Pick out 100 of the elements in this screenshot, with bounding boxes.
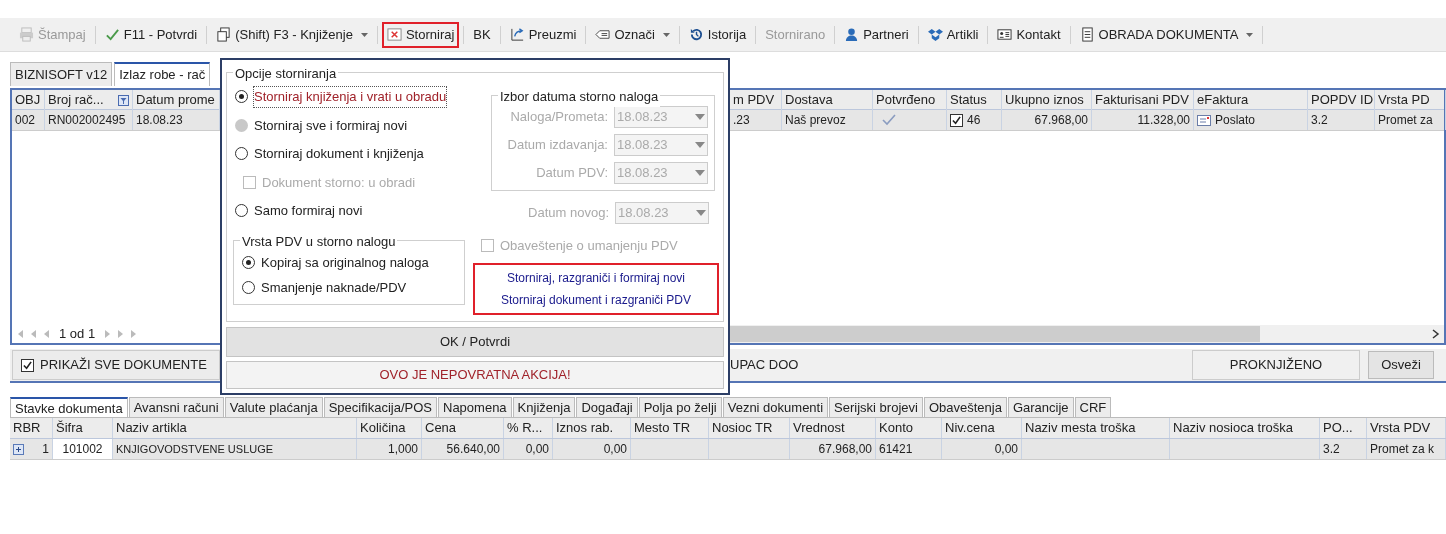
table-cell: RN002002495 [45, 110, 133, 130]
document-icon [1079, 27, 1095, 42]
detail-tab[interactable]: Avansni računi [128, 397, 224, 417]
page-indicator: 1 od 1 [58, 325, 97, 344]
column-header[interactable]: Količina [357, 418, 422, 438]
checkbox[interactable] [21, 358, 34, 372]
user-icon [844, 27, 860, 42]
toolbar-button[interactable]: Istorija [683, 21, 752, 48]
column-header[interactable]: Niv.cena [942, 418, 1022, 438]
table-cell: 3.2 [1320, 439, 1367, 459]
option-label[interactable]: Kopiraj sa originalnog naloga [261, 252, 429, 272]
filter-icon [118, 94, 129, 106]
table-cell: 002 [12, 110, 45, 130]
table-cell: 67.968,00 [790, 439, 876, 459]
toolbar-button[interactable]: Storniraj [381, 21, 460, 48]
check-icon [104, 27, 120, 42]
table-cell: 1,000 [357, 439, 422, 459]
detail-tab[interactable]: Specifikacija/POS [323, 397, 437, 417]
table-cell: 0,00 [942, 439, 1022, 459]
date-label: Datum novog: [528, 204, 609, 223]
radio-button[interactable] [242, 255, 255, 269]
date-label: Datum izdavanja: [507, 136, 608, 155]
column-header[interactable]: Naziv nosioca troška [1170, 418, 1320, 438]
option-label[interactable]: Samo formiraj novi [254, 201, 363, 221]
detail-tab[interactable]: Vezni dokumenti [722, 397, 829, 417]
table-cell: 56.640,00 [422, 439, 504, 459]
detail-tab[interactable]: Događaji [576, 397, 638, 417]
document-icon [1197, 114, 1211, 126]
radio-button[interactable] [235, 204, 248, 218]
column-header[interactable]: Naziv mesta troška [1022, 418, 1170, 438]
table-cell: Promet za k [1367, 439, 1446, 459]
checkbox[interactable] [950, 113, 963, 127]
column-header[interactable]: Šifra [53, 418, 113, 438]
table-cell: KNJIGOVODSTVENE USLUGE [113, 439, 357, 459]
detail-tab[interactable]: Valute plaćanja [224, 397, 323, 417]
column-header[interactable]: Vrsta PDV [1367, 418, 1446, 438]
column-header[interactable]: Naziv artikla [113, 418, 357, 438]
dropdown-arrow-icon [695, 114, 705, 120]
column-header[interactable]: PO... [1320, 418, 1367, 438]
table-cell: 11.328,00 [1092, 110, 1194, 130]
toolbar-button[interactable]: BK [468, 21, 496, 48]
history-icon [688, 27, 704, 42]
toolbar-button[interactable]: (Shift) F3 - Knjiženje [211, 21, 373, 48]
toolbar-button[interactable]: Označi [590, 21, 675, 48]
toolbar-button[interactable]: Preuzmi [504, 21, 582, 48]
import-icon [509, 27, 525, 42]
dropdown-arrow-icon [696, 210, 706, 216]
checkbox[interactable] [481, 239, 494, 253]
detail-tab[interactable]: Stavke dokumenta [10, 397, 128, 417]
radio-button[interactable] [242, 281, 255, 295]
document-tab[interactable]: BIZNISOFT v12 [10, 62, 113, 86]
radio-button[interactable] [235, 90, 248, 104]
column-header[interactable]: Vrednost [790, 418, 876, 438]
detail-tab[interactable]: Garancije [1007, 397, 1074, 417]
toolbar-button[interactable]: OBRADA DOKUMENTA [1074, 21, 1259, 48]
table-cell: Naš prevoz [782, 110, 873, 130]
tag-icon [595, 27, 611, 42]
radio-button[interactable] [235, 147, 248, 161]
printer-icon [19, 27, 34, 42]
option-label: Obaveštenje o umanjenju PDV [500, 237, 678, 255]
option-label[interactable]: Smanjenje naknade/PDV [261, 278, 407, 298]
dropdown-arrow-icon [695, 170, 705, 176]
detail-tab[interactable]: Obaveštenja [923, 397, 1007, 417]
column-header[interactable]: Mesto TR [631, 418, 709, 438]
detail-tab[interactable]: Serijski brojevi [829, 397, 923, 417]
detail-tab[interactable]: Napomena [438, 397, 512, 417]
toolbar-button[interactable]: Kontakt [992, 21, 1066, 48]
toolbar-button[interactable]: Artikli [922, 21, 984, 48]
document-tab[interactable]: Izlaz robe - rač [114, 62, 211, 86]
detail-tab[interactable]: Polja po želji [638, 397, 722, 417]
action-link[interactable]: Storniraj dokument i razgraniči PDV [500, 290, 692, 309]
action-link[interactable]: Storniraj, razgraniči i formiraj novi [506, 268, 686, 287]
date-label: Datum PDV: [536, 164, 608, 183]
ok-button[interactable]: OK / Potvrdi [226, 326, 724, 358]
table-cell: 61421 [876, 439, 942, 459]
show-all-toggle[interactable]: PRIKAŽI SVE DOKUMENTE [12, 350, 220, 380]
expand-icon[interactable] [13, 443, 24, 455]
table-cell: 67.968,00 [1002, 110, 1092, 130]
toolbar-button[interactable]: Partneri [839, 21, 914, 48]
detail-tab[interactable]: CRF [1074, 397, 1112, 417]
copy-icon [216, 27, 232, 42]
horizontal-scrollbar[interactable] [730, 325, 1444, 343]
scroll-right-icon[interactable] [1432, 329, 1440, 339]
warning-button[interactable]: OVO JE NEPOVRATNA AKCIJA! [226, 361, 724, 389]
table-cell-text: 1 [42, 441, 49, 458]
table-cell: 3.2 [1308, 110, 1375, 130]
option-label[interactable]: Storniraj knjiženja i vrati u obradu [254, 87, 447, 107]
column-header[interactable]: Nosioc TR [709, 418, 790, 438]
toolbar-button[interactable]: F11 - Potvrdi [99, 21, 203, 48]
detail-tab[interactable]: Knjiženja [512, 397, 576, 417]
column-header[interactable]: RBR [10, 418, 53, 438]
table-cell: 0,00 [553, 439, 631, 459]
table-cell-text: 46 [967, 112, 981, 129]
column-header[interactable]: Iznos rab. [553, 418, 631, 438]
column-header[interactable]: Cena [422, 418, 504, 438]
column-header[interactable]: Konto [876, 418, 942, 438]
column-header[interactable]: % R... [504, 418, 553, 438]
table-cell: Promet za [1375, 110, 1446, 130]
refresh-button[interactable]: Osveži [1368, 351, 1434, 379]
option-label[interactable]: Storniraj dokument i knjiženja [254, 144, 424, 164]
